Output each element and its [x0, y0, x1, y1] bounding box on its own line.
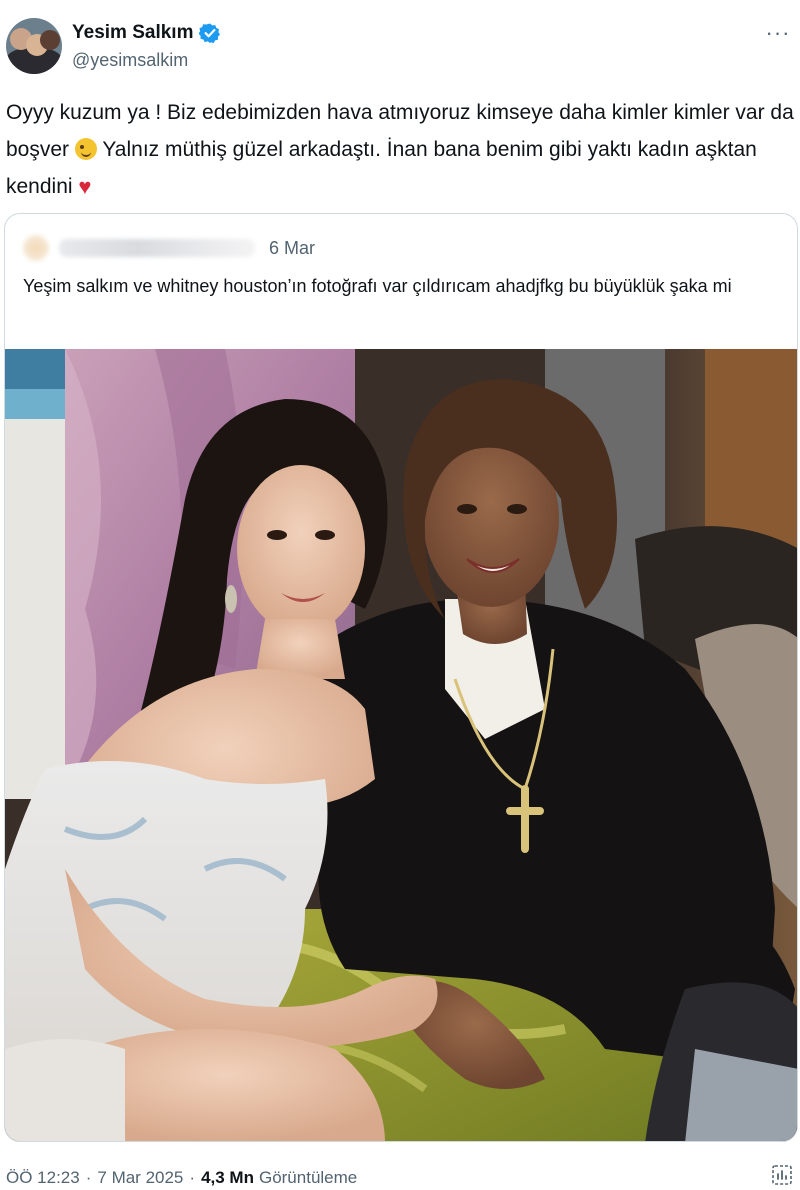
quoted-tweet-header: 6 Mar [23, 234, 315, 262]
views-label: Görüntüleme [258, 1168, 358, 1187]
tweet-date[interactable]: 7 Mar 2025 [97, 1168, 183, 1188]
tweet-text-part2: Yalnız müthiş güzel arkadaştı. İnan bana… [6, 138, 757, 198]
bookmark-analytics-icon[interactable] [770, 1163, 794, 1187]
blurred-avatar [23, 235, 49, 261]
photo-illustration [5, 349, 797, 1141]
views-count: 4,3 Mn [201, 1168, 254, 1187]
quoted-tweet-text: Yeşim salkım ve whitney houston’ın fotoğ… [23, 276, 732, 296]
author-display-name[interactable]: Yesim Salkım [72, 22, 193, 44]
avatar-figure [40, 30, 60, 50]
tweet-time[interactable]: ÖÖ 12:23 [6, 1168, 80, 1188]
tweet-text: Oyyy kuzum ya ! Biz edebimizden hava atm… [6, 94, 796, 205]
author-name-row[interactable]: Yesim Salkım [72, 20, 221, 46]
author-handle[interactable]: @yesimsalkim [72, 50, 188, 71]
red-heart-icon: ♥ [78, 174, 92, 199]
avatar[interactable] [6, 18, 62, 74]
winking-face-icon [74, 138, 97, 160]
more-horizontal-icon: ··· [765, 20, 791, 45]
verified-badge-icon [199, 22, 221, 44]
tweet-meta: ÖÖ 12:23 · 7 Mar 2025 · 4,3 Mn Görüntüle… [6, 1165, 357, 1190]
tweet-page: Yesim Salkım @yesimsalkim ··· Oyyy kuzum… [0, 0, 800, 1190]
tweet-header: Yesim Salkım @yesimsalkim ··· [0, 0, 800, 88]
more-options-button[interactable]: ··· [764, 20, 792, 45]
quoted-tweet-photo[interactable] [5, 349, 797, 1141]
quoted-tweet-card[interactable]: 6 Mar Yeşim salkım ve whitney houston’ın… [4, 213, 798, 1142]
blurred-author-name [59, 239, 255, 257]
quoted-tweet-date[interactable]: 6 Mar [269, 238, 315, 259]
separator: · [189, 1168, 196, 1187]
separator: · [85, 1168, 92, 1187]
